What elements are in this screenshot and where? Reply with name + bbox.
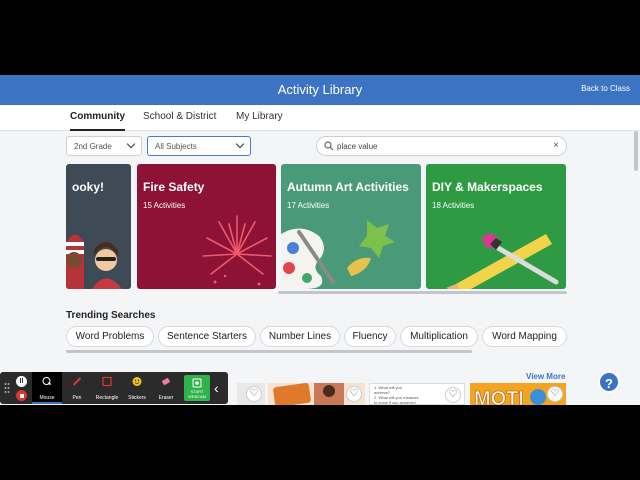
- help-button[interactable]: ?: [598, 371, 620, 393]
- tool-label: Eraser: [158, 395, 174, 401]
- search-input[interactable]: [337, 140, 537, 153]
- webcam-icon: [192, 378, 202, 388]
- card-activity-count: 18 Activities: [432, 201, 475, 210]
- drag-handle-icon[interactable]: [4, 382, 10, 394]
- collapse-toolbar-icon[interactable]: ‹: [214, 380, 219, 396]
- trending-scrollbar[interactable]: [66, 350, 472, 353]
- tool-rectangle[interactable]: Rectangle: [92, 372, 122, 404]
- trending-pill[interactable]: Word Problems: [66, 326, 154, 347]
- tab-my-library[interactable]: My Library: [236, 111, 283, 131]
- card-title: ooky!: [72, 180, 105, 194]
- activity-thumbnail[interactable]: MOTI ♡: [470, 383, 566, 405]
- svg-text:MOTI: MOTI: [474, 388, 524, 405]
- card-activity-count: 15 Activities: [143, 201, 186, 210]
- card-activity-count: 17 Activities: [287, 201, 330, 210]
- grade-dropdown[interactable]: 2nd Grade: [66, 136, 142, 156]
- tool-stickers[interactable]: Stickers: [124, 372, 150, 404]
- collection-card-fire-safety[interactable]: Fire Safety 15 Activities: [137, 164, 276, 289]
- smiley-icon: [132, 377, 142, 386]
- search-box: ×: [316, 136, 567, 156]
- subject-value: All Subjects: [155, 142, 197, 151]
- rectangle-icon: [102, 376, 112, 387]
- tool-label: Pen: [72, 395, 82, 401]
- card-title: Fire Safety: [143, 180, 205, 194]
- stop-recording-icon[interactable]: [16, 390, 27, 401]
- tool-label: Rectangle: [95, 395, 119, 401]
- pen-icon: [72, 377, 82, 386]
- trending-pill[interactable]: Word Mapping: [482, 326, 567, 347]
- page-title: Activity Library: [277, 82, 363, 97]
- start-webcam-button[interactable]: START WEBCAM: [184, 375, 210, 401]
- eraser-icon: [162, 377, 170, 386]
- pause-icon[interactable]: II: [16, 376, 27, 387]
- view-more-link[interactable]: View More: [526, 372, 565, 381]
- trending-pill[interactable]: Sentence Starters: [158, 326, 256, 347]
- trending-pill[interactable]: Fluency: [344, 326, 396, 347]
- tool-pen[interactable]: Pen: [64, 372, 90, 404]
- heart-icon[interactable]: ♡: [547, 386, 563, 402]
- page-scrollbar[interactable]: [634, 131, 638, 171]
- heart-icon[interactable]: ♡: [445, 387, 461, 403]
- tab-school-district[interactable]: School & District: [143, 111, 216, 131]
- tab-community[interactable]: Community: [70, 111, 125, 131]
- card-title: Autumn Art Activities: [287, 180, 409, 194]
- tool-label: Mouse: [39, 395, 55, 401]
- back-to-class-link[interactable]: Back to Class: [581, 84, 630, 93]
- chevron-down-icon: [126, 139, 136, 149]
- doc-preview-text: 1. What will you achieve? 2. What will y…: [374, 385, 419, 405]
- tool-label: Stickers: [128, 395, 146, 401]
- heart-icon[interactable]: ♡: [346, 386, 362, 402]
- collection-card-autumn-art[interactable]: Autumn Art Activities 17 Activities: [281, 164, 421, 289]
- tool-eraser[interactable]: Eraser: [152, 372, 180, 404]
- chevron-down-icon: [235, 139, 245, 149]
- tool-mouse[interactable]: Mouse: [32, 372, 62, 404]
- grade-value: 2nd Grade: [74, 142, 112, 151]
- library-tabs: Community School & District My Library: [0, 105, 640, 131]
- annotation-toolbar: II Mouse Pen Rectangle Stickers Eraser S…: [0, 372, 228, 404]
- heart-icon[interactable]: ♡: [246, 386, 262, 402]
- collection-card-spooky[interactable]: ooky!: [66, 164, 131, 289]
- card-carousel-scrollbar[interactable]: [278, 291, 567, 294]
- mouse-pointer-icon: [42, 377, 52, 385]
- trending-pill[interactable]: Number Lines: [260, 326, 340, 347]
- activity-library-page: Activity Library Back to Class Community…: [0, 75, 640, 405]
- search-icon: [324, 141, 334, 151]
- trending-pill[interactable]: Multiplication: [400, 326, 478, 347]
- collection-card-diy-makerspaces[interactable]: DIY & Makerspaces 18 Activities: [426, 164, 566, 289]
- card-title: DIY & Makerspaces: [432, 180, 543, 194]
- activity-thumbnail[interactable]: ♡: [237, 383, 265, 405]
- activity-thumbnail[interactable]: ♡: [268, 383, 365, 405]
- trending-searches-heading: Trending Searches: [66, 310, 156, 321]
- activity-thumbnail[interactable]: 1. What will you achieve? 2. What will y…: [369, 383, 465, 405]
- tool-label: START WEBCAM: [188, 389, 206, 399]
- clear-search-icon[interactable]: ×: [553, 140, 559, 151]
- active-indicator: [32, 402, 62, 404]
- subject-dropdown[interactable]: All Subjects: [147, 136, 251, 156]
- header-bar: Activity Library Back to Class: [0, 75, 640, 105]
